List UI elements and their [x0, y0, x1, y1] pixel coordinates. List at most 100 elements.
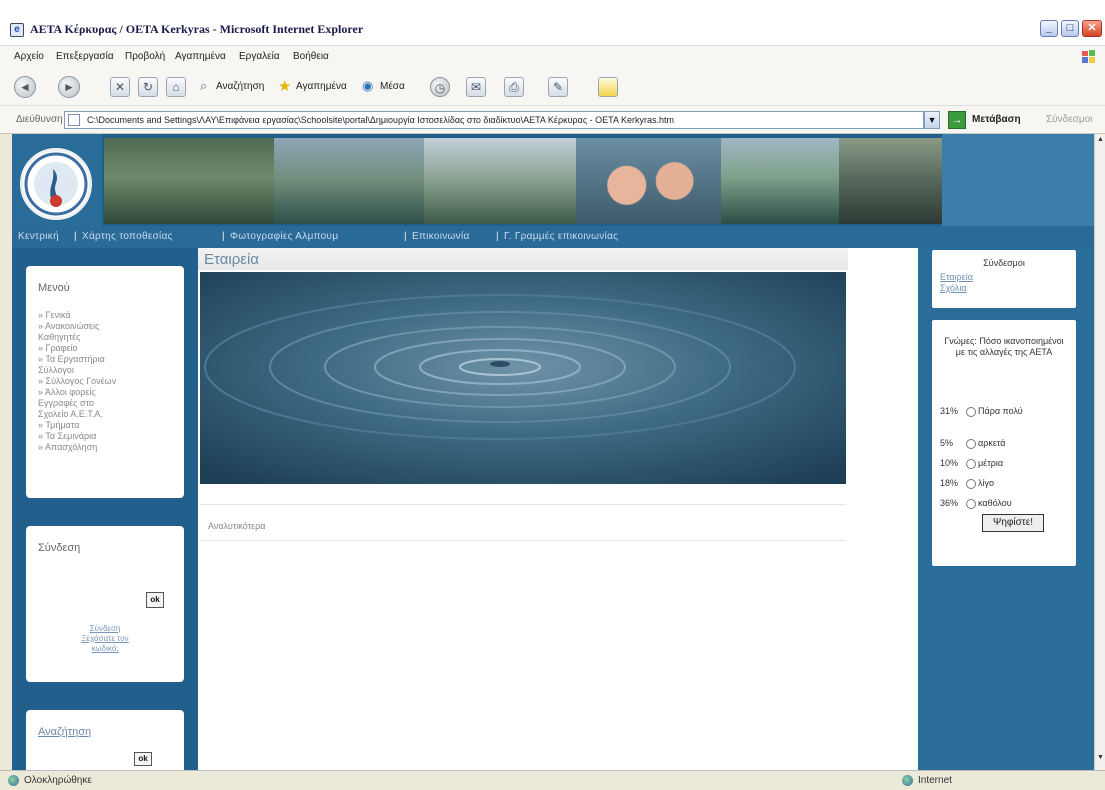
menu-item[interactable]: Σύλλογοι	[38, 365, 74, 375]
menu-bar: Αρχείο Επεξεργασία Προβολή Αγαπημένα Εργ…	[0, 46, 1105, 68]
menu-item[interactable]: » Τα Σεμινάρια	[38, 431, 96, 441]
go-button[interactable]: Μετάβαση	[972, 114, 1021, 125]
nav-sitemap[interactable]: Χάρτης τοποθεσίας	[82, 231, 173, 242]
edit-icon[interactable]: ✎	[548, 77, 568, 97]
vote-button[interactable]: Ψηφίστε!	[982, 514, 1044, 532]
poll-option-4[interactable]: 18% λίγο	[940, 478, 994, 489]
menu-view[interactable]: Προβολή	[125, 51, 165, 62]
home-button[interactable]: ⌂	[166, 77, 186, 97]
links-button[interactable]: Σύνδεσμοι	[1046, 114, 1092, 125]
menu-item[interactable]: Σχολείο Α.Ε.Τ.Α.	[38, 409, 103, 419]
print-icon[interactable]: ⎙	[504, 77, 524, 97]
nav-separator: |	[222, 231, 225, 242]
poll-option-2[interactable]: 5% αρκετά	[940, 438, 1005, 449]
menu-item[interactable]: » Γενικά	[38, 310, 71, 320]
poll-option-label: Πάρα πολύ	[978, 406, 1023, 416]
poll-percent: 36%	[940, 498, 959, 508]
menu-item[interactable]: » Τμήματα	[38, 420, 79, 430]
menu-file[interactable]: Αρχείο	[14, 51, 44, 62]
menu-item[interactable]: » Γραφείο	[38, 343, 78, 353]
main-content: Εταιρεία Αναλυτικότερα	[198, 248, 918, 770]
back-button[interactable]: ◄	[14, 76, 36, 98]
poll-option-label: μέτρια	[978, 458, 1004, 468]
right-link-company[interactable]: Εταιρεία	[940, 272, 973, 282]
stop-button[interactable]: ✕	[110, 77, 130, 97]
menu-item[interactable]: » Άλλοι φορείς	[38, 387, 96, 397]
menu-item[interactable]: » Τα Εργαστήρια	[38, 354, 105, 364]
menu-item[interactable]: Καθηγητές	[38, 332, 81, 342]
radio-button[interactable]	[966, 406, 976, 417]
poll-option-5[interactable]: 36% καθόλου	[940, 498, 1012, 509]
menu-help[interactable]: Βοήθεια	[293, 51, 329, 62]
menu-item[interactable]: Εγγραφές στο	[38, 398, 94, 408]
refresh-button[interactable]: ↻	[138, 77, 158, 97]
nav-home[interactable]: Κεντρική	[18, 231, 59, 242]
content-divider	[200, 540, 846, 541]
forward-button[interactable]: ►	[58, 76, 80, 98]
vertical-scrollbar[interactable]: ▲ ▼	[1094, 134, 1105, 770]
menu-edit[interactable]: Επεξεργασία	[56, 51, 114, 62]
scroll-up-icon[interactable]: ▲	[1096, 136, 1105, 148]
nav-contact[interactable]: Επικοινωνία	[412, 231, 470, 242]
title-bar: e ΑΕΤΑ Κέρκυρας / ΟΕΤΑ Kerkyras - Micros…	[0, 0, 1105, 46]
menu-item[interactable]: » Απασχόληση	[38, 442, 97, 452]
menu-box-title: Μενού	[38, 282, 70, 294]
menu-item[interactable]: » Ανακοινώσεις	[38, 321, 99, 331]
search-icon: ⌕	[200, 78, 208, 93]
search-toolbar-button[interactable]: Αναζήτηση	[216, 81, 264, 92]
radio-button[interactable]	[966, 438, 976, 449]
close-button[interactable]: ✕	[1082, 20, 1102, 37]
nav-photo-album[interactable]: Φωτογραφίες Αλμπουμ	[230, 231, 338, 242]
favorites-toolbar-button[interactable]: Αγαπημένα	[296, 81, 347, 92]
poll-option-3[interactable]: 10% μέτρια	[940, 458, 1003, 469]
more-link[interactable]: Αναλυτικότερα	[208, 521, 265, 531]
poll-option-label: αρκετά	[978, 438, 1006, 448]
minimize-button[interactable]: _	[1040, 20, 1058, 37]
mail-icon[interactable]: ✉	[466, 77, 486, 97]
water-ripple-image	[200, 272, 846, 484]
scroll-down-icon[interactable]: ▼	[1096, 754, 1105, 766]
banner-photos	[104, 138, 942, 224]
search-box: Αναζήτηση ok	[26, 710, 184, 770]
nav-separator: |	[74, 231, 77, 242]
windows-flag-icon	[1082, 50, 1095, 63]
poll-percent: 31%	[940, 406, 959, 416]
page-title-bar: Εταιρεία	[198, 248, 848, 270]
history-icon[interactable]: ◷	[430, 77, 450, 97]
radio-button[interactable]	[966, 498, 976, 509]
poll-option-1[interactable]: 31% Πάρα πολύ	[940, 406, 1023, 417]
window-title: ΑΕΤΑ Κέρκυρας / ΟΕΤΑ Kerkyras - Microsof…	[30, 22, 364, 36]
menu-item[interactable]: » Σύλλογος Γονέων	[38, 376, 116, 386]
media-icon: ◉	[362, 78, 374, 93]
menu-tools[interactable]: Εργαλεία	[239, 51, 280, 62]
radio-button[interactable]	[966, 458, 976, 469]
status-text: Ολοκληρώθηκε	[24, 775, 92, 786]
nav-contact-lines[interactable]: Γ. Γραμμές επικοινωνίας	[504, 231, 618, 242]
logo-emblem-icon	[24, 152, 88, 216]
maximize-button[interactable]: □	[1061, 20, 1079, 37]
menu-favorites[interactable]: Αγαπημένα	[175, 51, 226, 62]
nav-separator: |	[404, 231, 407, 242]
address-input[interactable]: C:\Documents and Settings\ΛΑΥ\Επιφάνεια …	[64, 111, 924, 129]
poll-percent: 10%	[940, 458, 959, 468]
internet-zone-icon	[902, 775, 913, 786]
web-content: Κεντρική | Χάρτης τοποθεσίας | Φωτογραφί…	[12, 134, 1094, 770]
site-navbar: Κεντρική | Χάρτης τοποθεσίας | Φωτογραφί…	[12, 226, 1094, 248]
media-toolbar-button[interactable]: Μέσα	[380, 81, 405, 92]
poll-percent: 18%	[940, 478, 959, 488]
login-link-line: Ξεχάσατε τον	[81, 634, 129, 643]
search-ok-button[interactable]: ok	[134, 752, 152, 766]
banner-photo-landscape	[424, 138, 576, 224]
chevron-down-icon[interactable]: ▼	[924, 111, 940, 129]
messenger-icon[interactable]	[598, 77, 618, 97]
forgot-password-link[interactable]: Σύνδεση Ξεχάσατε τον κωδικό;	[26, 624, 184, 654]
poll-option-label: καθόλου	[978, 498, 1012, 508]
right-sidebar: Σύνδεσμοι Εταιρεία Σχόλια Γνώμες: Πόσο ι…	[918, 248, 1094, 770]
go-arrow-icon[interactable]: →	[948, 111, 966, 129]
login-ok-button[interactable]: ok	[146, 592, 164, 608]
nav-separator: |	[496, 231, 499, 242]
right-link-comments[interactable]: Σχόλια	[940, 283, 967, 293]
banner-photo-trees	[104, 138, 274, 224]
content-divider	[200, 504, 846, 505]
radio-button[interactable]	[966, 478, 976, 489]
